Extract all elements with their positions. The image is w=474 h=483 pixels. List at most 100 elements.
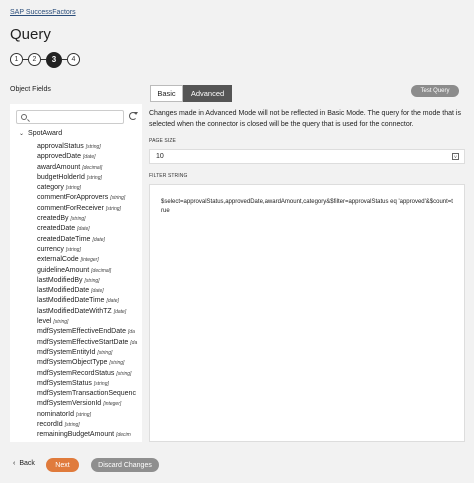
field-type: [string] [97,349,113,356]
field-name: mdfSystemEffectiveEndDate [37,328,126,336]
field-item[interactable]: awardAmount [decimal] [37,163,142,173]
tree-root-spotaward[interactable]: ⌄ SpotAward [19,130,62,137]
step-1[interactable]: 1 [10,53,23,66]
field-name: approvedDate [37,153,81,161]
field-name: createdDateTime [37,235,91,243]
field-type: [string] [85,144,101,150]
field-name: createdBy [37,215,69,223]
field-item[interactable]: approvalStatus [string] [37,142,142,152]
field-name: mdfSystemRecordStatus [37,369,115,377]
field-item[interactable]: mdfSystemRecordStatus [string] [37,369,142,379]
variable-icon[interactable]: V [452,153,459,160]
field-item[interactable]: lastModifiedDate [date] [37,286,142,296]
page-title: Query [10,26,51,43]
advanced-mode-notice: Changes made in Advanced Mode will not b… [149,110,461,128]
field-type: [decimal] [91,267,112,274]
field-item[interactable]: mdfSystemVersionId [integer] [37,399,142,409]
tree-root-label: SpotAward [28,130,63,137]
field-name: lastModifiedDate [37,287,90,295]
chevron-down-icon[interactable]: ⌄ [19,130,24,137]
field-type: [string] [105,205,121,212]
field-name: awardAmount [37,163,81,171]
field-item[interactable]: createdBy [string] [37,214,142,224]
field-type: [date] [113,308,127,315]
tab-advanced[interactable]: Advanced [183,85,232,102]
breadcrumb[interactable]: SAP SuccessFactors [10,9,76,16]
field-name: nominatorId [37,410,74,418]
step-2[interactable]: 2 [28,53,41,66]
step-3-active[interactable]: 3 [46,51,62,68]
field-item[interactable]: createdDateTime [date] [37,235,142,245]
next-button[interactable]: Next [46,458,79,472]
field-type: [string] [116,370,132,377]
filter-string-textarea[interactable]: $select=approvalStatus,approvedDate,awar… [149,184,465,442]
chevron-left-icon: ‹ [13,460,16,467]
field-item[interactable]: currency [string] [37,245,142,255]
search-input[interactable] [16,110,124,124]
object-fields-label: Object Fields [10,86,51,93]
field-item[interactable]: guidelineAmount [decimal] [37,266,142,276]
back-button[interactable]: ‹ Back [13,460,35,467]
field-item[interactable]: mdfSystemStatus [string] [37,379,142,389]
page-size-label: PAGE SIZE [149,138,176,144]
field-type: [date] [106,298,119,305]
field-item[interactable]: commentForApprovers [string] [37,193,142,203]
field-name: commentForApprovers [37,194,109,202]
tab-basic[interactable]: Basic [150,85,183,102]
page-size-input[interactable]: 10 V [149,149,465,164]
field-item[interactable]: remainingBudgetAmount [decim [37,430,142,440]
field-name: remainingBudgetAmount [37,431,115,439]
page-size-value: 10 [156,153,164,160]
search-icon [21,114,27,120]
field-item[interactable]: mdfSystemTransactionSequenc [37,389,142,399]
field-item[interactable]: commentForReceiver [string] [37,204,142,214]
field-type: [integer] [103,401,122,408]
field-name: externalCode [37,256,79,264]
footer-bar: ‹ Back Next Discard Changes [0,456,474,476]
field-item[interactable]: category [string] [37,183,142,193]
field-item[interactable]: mdfSystemEntityId [string] [37,348,142,358]
field-type: [date] [82,154,96,161]
object-fields-panel: ⌄ SpotAward approvalStatus [string] approv… [10,104,142,442]
field-item[interactable]: mdfSystemObjectType [string] [37,358,142,368]
field-item[interactable]: mdfSystemEffectiveStartDate [da [37,338,142,348]
mode-tabs: Basic Advanced [150,85,232,102]
field-type: [integer] [80,257,99,264]
field-item[interactable]: createdDate [date] [37,224,142,234]
field-list: approvalStatus [string] approvedDate [date]… [37,142,142,441]
field-name: mdfSystemObjectType [37,359,108,367]
field-type: [string] [53,319,69,326]
field-item[interactable]: level [string] [37,317,142,327]
refresh-icon[interactable] [129,112,138,120]
field-type: [string] [110,195,126,202]
field-type: [decimal] [82,164,103,171]
field-type: [string] [93,380,109,387]
field-item[interactable]: externalCode [integer] [37,255,142,265]
field-item[interactable]: lastModifiedDateWithTZ [date] [37,307,142,317]
field-name: category [37,184,64,192]
field-item[interactable]: recordId [string] [37,420,142,430]
step-indicator: 1 2 3 4 [10,51,80,68]
field-type: [date] [92,236,105,243]
field-name: commentForReceiver [37,204,104,212]
field-item[interactable]: budgetHolderId [string] [37,173,142,183]
field-name: mdfSystemVersionId [37,400,102,408]
discard-changes-button[interactable]: Discard Changes [91,458,159,472]
field-type: [string] [64,422,80,429]
field-name: mdfSystemStatus [37,379,92,387]
field-item[interactable]: lastModifiedDateTime [date] [37,296,142,306]
step-4[interactable]: 4 [67,53,80,66]
field-item[interactable]: lastModifiedBy [string] [37,276,142,286]
field-name: lastModifiedDateWithTZ [37,307,112,315]
field-name: guidelineAmount [37,266,90,274]
test-query-button[interactable]: Test Query [411,85,459,97]
filter-string-label: FILTER STRING [149,173,188,179]
field-type: [decim [116,432,131,439]
field-item[interactable]: mdfSystemEffectiveEndDate [da [37,327,142,337]
field-item[interactable]: nominatorId [string] [37,410,142,420]
field-name: lastModifiedBy [37,276,83,284]
field-item[interactable]: approvedDate [date] [37,152,142,162]
field-name: recordId [37,421,63,429]
field-name: lastModifiedDateTime [37,297,105,305]
field-name: mdfSystemEntityId [37,348,96,356]
